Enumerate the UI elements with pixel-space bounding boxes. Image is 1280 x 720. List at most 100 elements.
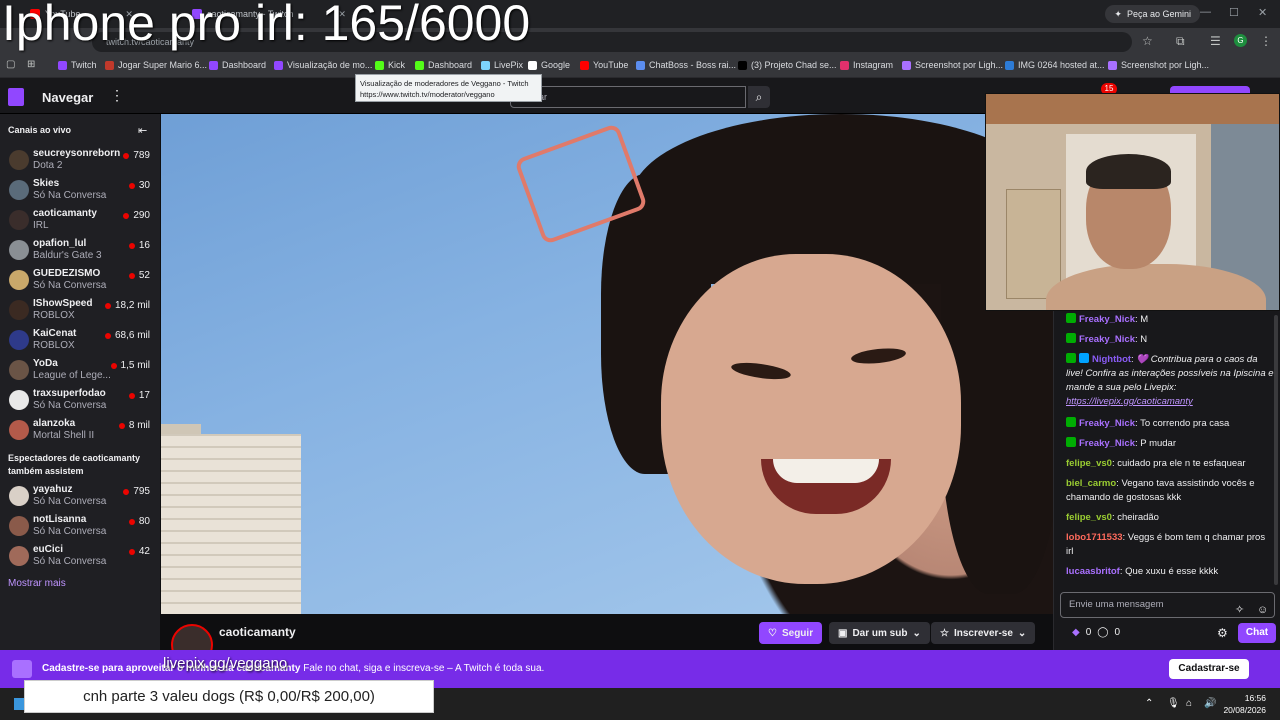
sidebar-channel[interactable]: notLisanna Só Na Conversa 80	[0, 512, 160, 542]
search-icon[interactable]: ⌕	[748, 86, 770, 108]
chat-username[interactable]: lobo1711533	[1066, 532, 1123, 543]
more-options-icon[interactable]: ⋮	[110, 87, 124, 104]
chat-username[interactable]: Freaky_Nick	[1079, 438, 1135, 449]
bookmark-item[interactable]: Screenshot por Ligh...	[1108, 60, 1209, 70]
chat-text: cheiradão	[1117, 512, 1159, 523]
gemini-label: Peça ao Gemini	[1126, 9, 1191, 19]
sidebar-channel[interactable]: traxsuperfodao Só Na Conversa 17	[0, 386, 160, 416]
bookmark-item[interactable]: ChatBoss - Boss rai...	[636, 60, 736, 70]
viewer-count: 16	[128, 240, 150, 251]
bookmark-item[interactable]: Kick	[375, 60, 405, 70]
bookmark-item[interactable]: YouTube	[580, 60, 628, 70]
chat-input[interactable]: Envie uma mensagem ✧ ☺	[1060, 592, 1275, 618]
sidebar-channel[interactable]: GUEDEZISMO Só Na Conversa 52	[0, 266, 160, 296]
menu-dots-icon[interactable]: ⋮	[1260, 34, 1272, 48]
extensions-icon[interactable]: ⧉	[1176, 34, 1185, 49]
sidebar-channel[interactable]: euCici Só Na Conversa 42	[0, 542, 160, 572]
chat-text: Que xuxu é esse kkkk	[1125, 566, 1219, 577]
bits-icon[interactable]: ✧	[1235, 598, 1244, 622]
taskbar-clock[interactable]: 16:56 20/08/2026	[1223, 692, 1266, 716]
overlay-livepix-link: livepix.gg/veggano	[163, 655, 288, 672]
chat-username[interactable]: Freaky_Nick	[1079, 314, 1135, 325]
show-more-link[interactable]: Mostrar mais	[8, 578, 66, 589]
bookmark-favicon-icon	[274, 60, 283, 70]
chat-username[interactable]: Nightbot	[1092, 354, 1131, 365]
live-dot-icon	[118, 422, 125, 429]
signup-button[interactable]: Cadastrar-se	[1169, 659, 1249, 679]
live-dot-icon	[128, 392, 135, 399]
bookmark-favicon-icon	[1108, 60, 1117, 70]
bookmark-item[interactable]: (3) Projeto Chad se...	[738, 60, 837, 70]
bookmarks-bar: ▢ ⊞ Twitch Jogar Super Mario 6... Dashboar…	[0, 56, 1280, 78]
side-panel-icon[interactable]: ▢	[6, 59, 15, 70]
collapse-sidebar-icon[interactable]: ⇤	[138, 124, 147, 137]
gift-sub-button[interactable]: ▣ Dar um sub ⌄	[829, 622, 930, 644]
bookmark-item[interactable]: Dashboard	[209, 60, 266, 70]
twitch-logo-icon[interactable]	[8, 88, 24, 106]
vip-badge-icon	[1066, 353, 1076, 363]
gear-icon[interactable]: ⚙	[1217, 626, 1228, 640]
clock-time: 16:56	[1244, 693, 1266, 703]
bookmark-item[interactable]: Instagram	[840, 60, 893, 70]
live-dot-icon	[128, 548, 135, 555]
bookmark-item[interactable]: Jogar Super Mario 6...	[105, 60, 207, 70]
sidebar-channel[interactable]: opafion_lul Baldur's Gate 3 16	[0, 236, 160, 266]
chat-link[interactable]: https://livepix.gg/caoticamanty	[1066, 396, 1193, 407]
bookmark-item[interactable]: Google	[528, 60, 570, 70]
emote-icon[interactable]: ☺	[1257, 598, 1268, 622]
mic-icon[interactable]: 🎙	[1167, 698, 1180, 709]
nav-browse-link[interactable]: Navegar	[42, 90, 93, 105]
bookmark-label: YouTube	[593, 60, 629, 70]
sidebar-channel[interactable]: IShowSpeed ROBLOX 18,2 mil	[0, 296, 160, 326]
sidebar-channel[interactable]: caoticamanty IRL 290	[0, 206, 160, 236]
video-player[interactable]	[161, 114, 1053, 614]
channel-avatar	[9, 516, 29, 536]
viewer-count: 80	[128, 516, 150, 527]
maximize-icon[interactable]: ☐	[1229, 6, 1239, 19]
bookmark-label: Visualização de mo...	[287, 60, 373, 70]
viewer-count-value: 17	[138, 390, 150, 401]
chat-send-button[interactable]: Chat	[1238, 623, 1276, 643]
bookmark-item[interactable]: Visualização de mo...	[274, 60, 372, 70]
chat-scrollbar[interactable]	[1274, 315, 1278, 585]
tooltip-title: Visualização de moderadores de Veggano -…	[360, 79, 529, 88]
search-input[interactable]: Buscar	[510, 86, 746, 108]
sidebar-channel[interactable]: KaiCenat ROBLOX 68,6 mil	[0, 326, 160, 356]
sidebar-channel[interactable]: seucreysonreborn Dota 2 789	[0, 146, 160, 176]
minimize-icon[interactable]: —	[1200, 6, 1211, 18]
star-icon[interactable]: ☆	[1142, 34, 1153, 48]
chat-username[interactable]: felipe_vs0	[1066, 512, 1112, 523]
sidebar-channel[interactable]: alanzoka Mortal Shell II 8 mil	[0, 416, 160, 446]
close-window-icon[interactable]: ✕	[1258, 6, 1267, 19]
channel-name: alanzoka	[33, 418, 76, 429]
chat-username[interactable]: lucaasbritof	[1066, 566, 1120, 577]
follow-button[interactable]: ♡ Seguir	[759, 622, 823, 644]
chevron-up-icon[interactable]: ⌃	[1145, 698, 1153, 709]
channel-avatar	[9, 420, 29, 440]
apps-grid-icon[interactable]: ⊞	[27, 59, 35, 70]
bookmark-item[interactable]: Screenshot por Ligh...	[902, 60, 1003, 70]
gemini-button[interactable]: ✦ Peça ao Gemini	[1105, 5, 1200, 23]
chat-username[interactable]: felipe_vs0	[1066, 458, 1112, 469]
sidebar-channel[interactable]: Skies Só Na Conversa 30	[0, 176, 160, 206]
volume-icon[interactable]: 🔊	[1204, 698, 1216, 709]
chat-username[interactable]: Freaky_Nick	[1079, 334, 1135, 345]
bookmark-item[interactable]: LivePix	[481, 60, 523, 70]
live-dot-icon	[128, 518, 135, 525]
channel-category: Só Na Conversa	[33, 496, 107, 507]
streamer-name[interactable]: caoticamanty	[219, 625, 296, 639]
subscribe-button[interactable]: ☆ Inscrever-se ⌄	[931, 622, 1036, 644]
channel-points[interactable]: ◆ 0 ◯ 0	[1072, 627, 1120, 638]
bookmark-label: Dashboard	[222, 60, 267, 70]
bookmark-item[interactable]: IMG 0264 hosted at...	[1005, 60, 1105, 70]
media-icon[interactable]: ☰	[1210, 34, 1221, 48]
profile-avatar[interactable]: G	[1234, 34, 1247, 47]
network-icon[interactable]: ⌂	[1186, 698, 1192, 709]
bookmark-item[interactable]: Twitch	[58, 60, 97, 70]
sidebar-channel[interactable]: YoDa League of Lege... 1,5 mil	[0, 356, 160, 386]
chat-username[interactable]: Freaky_Nick	[1079, 418, 1135, 429]
chat-message: lobo1711533: Veggs é bom tem q chamar pr…	[1066, 532, 1266, 557]
chat-username[interactable]: biel_carmo	[1066, 478, 1116, 489]
bookmark-item[interactable]: Dashboard	[415, 60, 472, 70]
sidebar-channel[interactable]: yayahuz Só Na Conversa 795	[0, 482, 160, 512]
